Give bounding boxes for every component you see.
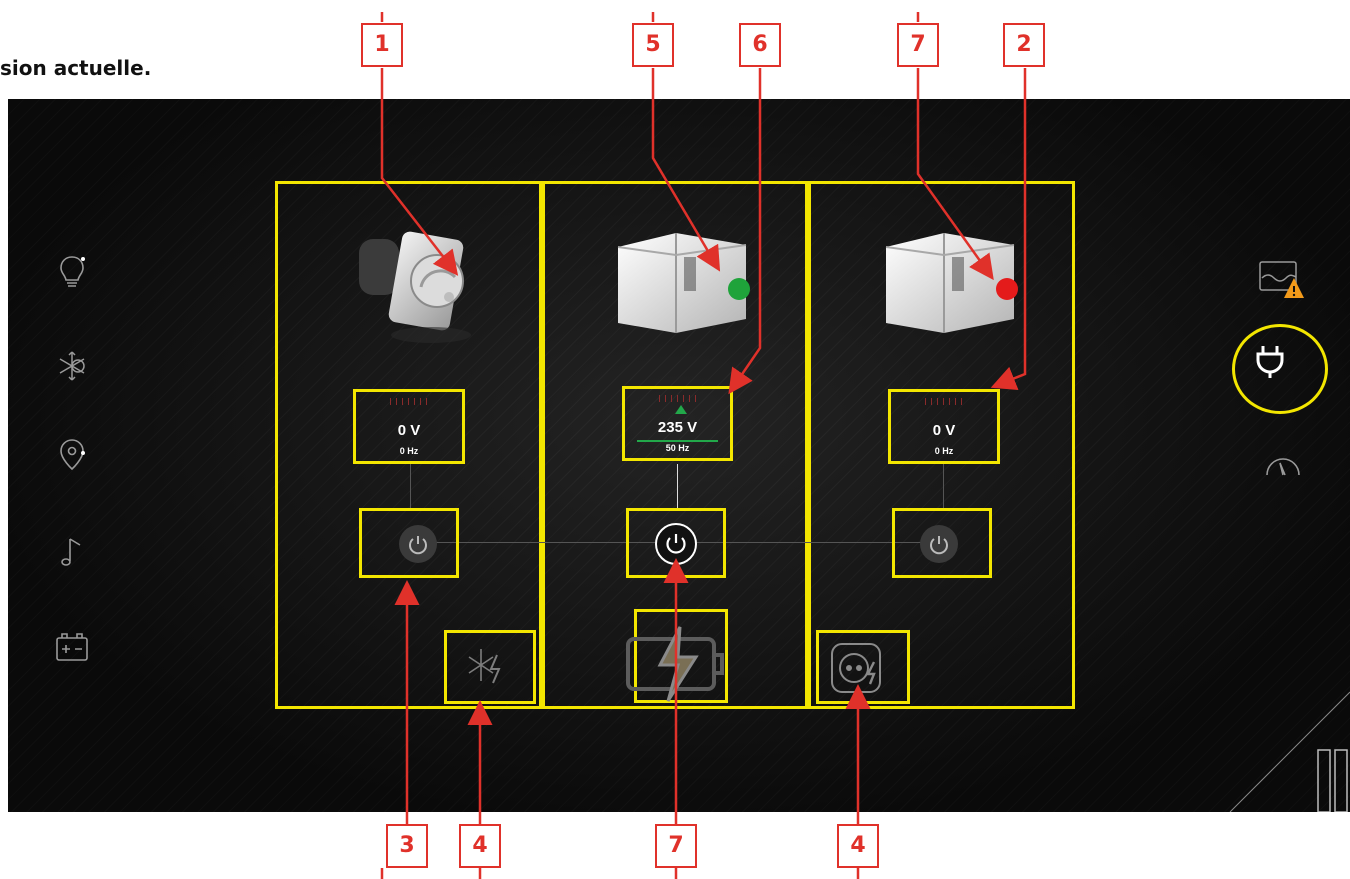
wire: [696, 542, 924, 543]
wire: [410, 464, 411, 508]
callout-top-6: 6: [739, 23, 781, 67]
voltage-value: 0 V: [932, 422, 956, 439]
voltage-gauge-gen2: 0 V 0 Hz: [888, 389, 1000, 464]
climate-power-icon[interactable]: [463, 641, 515, 693]
power-button-shore[interactable]: [399, 525, 437, 563]
lightbulb-icon[interactable]: [52, 251, 92, 291]
callout-bottom-7: 7: [655, 824, 697, 868]
callout-bottom-4b: 4: [837, 824, 879, 868]
battery-charge-icon[interactable]: [620, 623, 730, 703]
callout-top-7: 7: [897, 23, 939, 67]
corner-decoration: [1229, 691, 1350, 812]
wire: [943, 464, 944, 508]
wire: [677, 464, 678, 508]
socket-power-icon[interactable]: [828, 640, 884, 696]
location-icon[interactable]: [52, 435, 92, 475]
climate-icon[interactable]: [52, 346, 92, 386]
callout-top-2: 2: [1003, 23, 1045, 67]
up-arrow-icon: [675, 405, 687, 414]
caption-text: sion actuelle.: [0, 56, 152, 80]
callout-top-5: 5: [632, 23, 674, 67]
frequency-value: 0 Hz: [934, 446, 954, 456]
gauge-icon[interactable]: [1262, 445, 1304, 487]
frequency-value: 50 Hz: [665, 443, 690, 453]
active-plug-highlight: [1232, 324, 1328, 414]
callout-bottom-3: 3: [386, 824, 428, 868]
generator-running-image: [606, 217, 756, 347]
energy-screen: 0 V 0 Hz 235 V 50 Hz 0 V 0 Hz: [8, 99, 1350, 812]
battery-icon[interactable]: [52, 627, 92, 667]
voltage-gauge-gen1: 235 V 50 Hz: [622, 386, 733, 461]
power-button-gen2[interactable]: [920, 525, 958, 563]
shore-socket-image: [351, 217, 481, 347]
frequency-value: 0 Hz: [399, 446, 419, 456]
callout-bottom-4: 4: [459, 824, 501, 868]
music-icon[interactable]: [52, 531, 92, 571]
voltage-value: 0 V: [397, 422, 421, 439]
wire: [429, 542, 659, 543]
callout-top-1: 1: [361, 23, 403, 67]
power-button-gen1[interactable]: [655, 523, 697, 565]
water-warning-icon[interactable]: [1258, 256, 1308, 304]
voltage-value: 235 V: [657, 419, 698, 436]
voltage-gauge-shore: 0 V 0 Hz: [353, 389, 465, 464]
generator-stopped-image: [874, 217, 1024, 347]
